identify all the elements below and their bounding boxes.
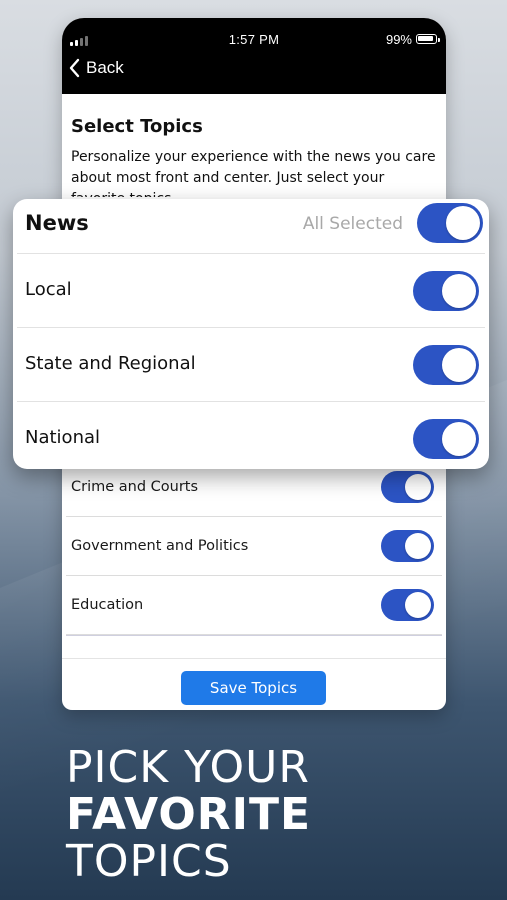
topic-label: Government and Politics [71, 538, 249, 554]
news-card-header: News All Selected [13, 199, 489, 253]
news-row-state-and-regional: State and Regional [17, 327, 485, 401]
footer-divider [62, 658, 446, 659]
toggle-knob [442, 348, 476, 382]
save-topics-button[interactable]: Save Topics [181, 671, 326, 705]
topic-toggle-crime-and-courts[interactable] [381, 471, 434, 503]
news-item-label: National [25, 427, 101, 448]
toggle-knob [442, 274, 476, 308]
back-label: Back [86, 58, 124, 77]
headline-line-3: TOPICS [66, 836, 232, 887]
news-item-label: Local [25, 279, 72, 300]
chevron-left-icon [69, 58, 80, 78]
news-row-national: National [17, 401, 485, 475]
page-title: Select Topics [71, 116, 203, 137]
news-toggle-state-and-regional[interactable] [413, 345, 479, 385]
topic-label: Education [71, 597, 144, 613]
news-row-local: Local [17, 253, 485, 327]
news-toggle-national[interactable] [413, 419, 479, 459]
promo-headline: PICK YOUR FAVORITE TOPICS [66, 744, 311, 885]
topic-row-government-and-politics: Government and Politics [66, 517, 442, 576]
page-description: Personalize your experience with the new… [71, 149, 436, 197]
status-bar: 1:57 PM 99% Back [62, 18, 446, 94]
news-item-label: State and Regional [25, 353, 196, 374]
toggle-knob [405, 592, 431, 618]
news-toggle-local[interactable] [413, 271, 479, 311]
all-selected-label: All Selected [302, 214, 403, 234]
news-card-title: News [25, 211, 89, 235]
divider [66, 635, 442, 636]
toggle-knob [442, 422, 476, 456]
topic-label: Crime and Courts [71, 479, 199, 495]
content: Select Topics Personalize your experienc… [62, 94, 446, 197]
battery-icon [416, 34, 440, 44]
topic-toggle-government-and-politics[interactable] [381, 530, 434, 562]
battery-percent: 99% [385, 32, 412, 47]
toggle-knob [446, 206, 480, 240]
headline-line-1: PICK YOUR [66, 742, 310, 793]
topic-list: Crime and Courts Government and Politics… [66, 458, 442, 635]
news-topics-card: News All Selected Local State and Region… [13, 199, 489, 469]
topic-row-education: Education [66, 576, 442, 635]
all-selected-toggle[interactable] [417, 203, 483, 243]
headline-line-2: FAVORITE [66, 789, 312, 840]
toggle-knob [405, 474, 431, 500]
toggle-knob [405, 533, 431, 559]
topic-toggle-education[interactable] [381, 589, 434, 621]
back-button[interactable]: Back [68, 58, 124, 78]
